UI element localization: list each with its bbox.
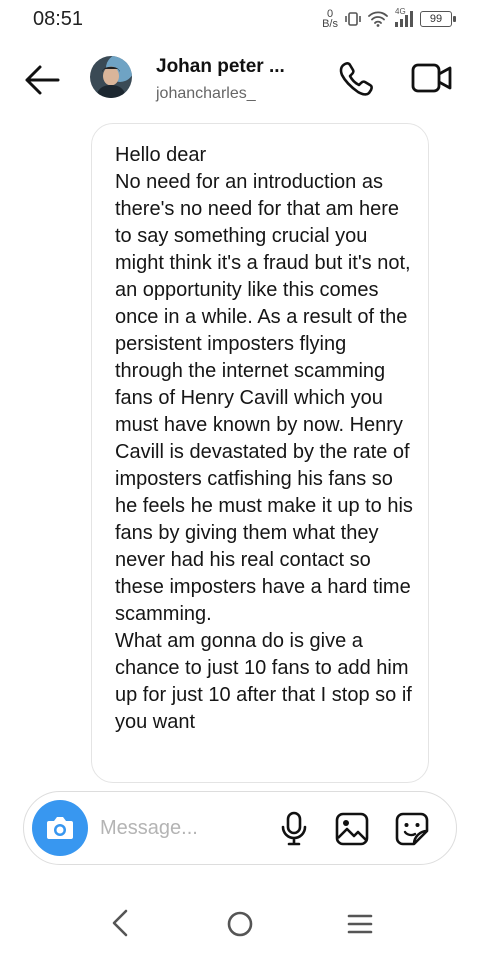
gallery-button[interactable]	[334, 811, 370, 847]
message-input[interactable]	[100, 812, 270, 844]
message-bubble[interactable]: Hello dear No need for an introduction a…	[91, 123, 429, 783]
status-time: 08:51	[33, 8, 84, 30]
camera-icon	[47, 817, 73, 839]
microphone-icon	[281, 811, 307, 846]
chat-header: Johan peter ... johancharles_	[0, 44, 480, 114]
status-icons: 0 B/s 4G 99	[322, 4, 456, 34]
circle-icon	[227, 911, 253, 937]
battery-level: 99	[429, 13, 443, 25]
contact-name[interactable]: Johan peter ...	[156, 56, 285, 78]
contact-handle[interactable]: johancharles_	[156, 85, 256, 103]
arrow-left-icon	[25, 65, 60, 95]
signal-icon: 4G	[394, 7, 414, 28]
sticker-icon	[395, 812, 429, 846]
camera-button[interactable]	[32, 800, 88, 856]
wifi-icon	[368, 11, 388, 27]
system-nav-bar	[0, 890, 480, 960]
voice-call-button[interactable]	[336, 60, 376, 96]
video-camera-icon	[411, 63, 452, 93]
menu-icon	[347, 914, 373, 934]
status-bar: 08:51 0 B/s 4G 99	[0, 0, 480, 38]
phone-icon	[339, 62, 373, 96]
sticker-button[interactable]	[394, 811, 430, 847]
video-call-button[interactable]	[410, 62, 454, 94]
vibrate-icon	[344, 11, 362, 27]
network-speed-unit: B/s	[322, 18, 338, 30]
back-button[interactable]	[22, 62, 62, 98]
nav-recents-button[interactable]	[347, 912, 373, 936]
message-composer	[23, 791, 457, 865]
image-icon	[335, 812, 369, 846]
network-speed: 0 B/s	[322, 9, 338, 30]
network-type: 4G	[395, 7, 406, 16]
avatar[interactable]	[90, 56, 132, 98]
nav-home-button[interactable]	[226, 910, 254, 938]
voice-message-button[interactable]	[278, 811, 310, 847]
message-text: Hello dear No need for an introduction a…	[115, 144, 413, 733]
battery-indicator: 99	[420, 11, 456, 27]
nav-back-button[interactable]	[108, 908, 132, 938]
chevron-left-icon	[112, 909, 128, 937]
